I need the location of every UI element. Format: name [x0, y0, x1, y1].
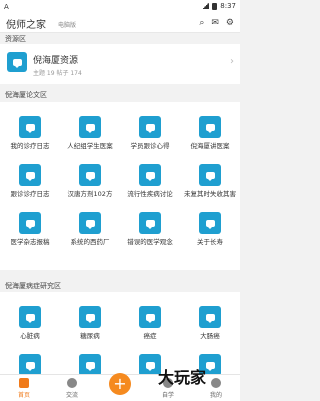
forum-icon	[79, 306, 101, 328]
appbar-actions: ⌕ ✉ ⚙	[199, 17, 234, 29]
signal-icon	[202, 3, 210, 9]
user-icon	[211, 378, 221, 388]
forum-icon	[139, 164, 161, 186]
forum-tile[interactable]: 关于长寿	[180, 212, 240, 247]
forum-tile-label: 学员跟诊心得	[130, 142, 170, 150]
section-lunwen: 倪海厦论文区	[5, 91, 47, 99]
forum-icon	[199, 164, 221, 186]
bingzheng-grid: 心脏病 糖尿病 癌症 大肠癌	[0, 292, 240, 376]
tab-label: 首页	[17, 392, 30, 399]
forum-icon	[139, 306, 161, 328]
home-icon	[19, 378, 29, 388]
forum-icon	[79, 164, 101, 186]
app-bar: 倪师之家 电脑版 ⌕ ✉ ⚙	[0, 14, 240, 33]
forum-tile-label: 医学杂志报稿	[10, 238, 50, 246]
forum-icon	[7, 52, 27, 72]
forum-icon	[79, 212, 101, 234]
forum-icon	[79, 116, 101, 138]
forum-icon	[199, 306, 221, 328]
forum-tile-label: 我的诊疗日志	[10, 142, 50, 150]
section-bingzheng: 倪海厦病症研究区	[5, 282, 61, 290]
forum-icon	[19, 354, 41, 376]
forum-stats: 主题 19 帖子 174	[33, 70, 82, 77]
forum-tile-partial[interactable]	[60, 354, 120, 376]
resource-forum-item[interactable]: 倪海厦资源 主题 19 帖子 174 ›	[0, 44, 240, 84]
forum-name: 倪海厦资源	[33, 56, 79, 66]
forum-tile-label: 关于长寿	[197, 238, 223, 246]
forum-icon	[139, 116, 161, 138]
search-icon[interactable]: ⌕	[199, 17, 204, 29]
forum-tile[interactable]: 癌症	[120, 306, 180, 341]
forum-tile[interactable]: 错误的医学观念	[120, 212, 180, 247]
forum-tile-label: 心脏病	[20, 332, 40, 340]
forum-icon	[199, 212, 221, 234]
forum-tile-label: 汉唐方剂102方	[67, 190, 113, 198]
forum-tile[interactable]: 倪海厦讲医案	[180, 116, 240, 151]
tab-discuss[interactable]: 交流	[48, 378, 96, 399]
forum-tile-label: 癌症	[143, 332, 157, 340]
forum-tile[interactable]: 人纪组学生医案	[60, 116, 120, 151]
forum-tile-label: 跟诊诊疗日志	[10, 190, 50, 198]
forum-tile[interactable]: 汉唐方剂102方	[60, 164, 120, 199]
tab-label: 自学	[161, 392, 174, 399]
forum-tile[interactable]: 医学杂志报稿	[0, 212, 60, 247]
settings-icon[interactable]: ⚙	[226, 17, 234, 29]
forum-tile-label: 流行性疾病讨论	[127, 190, 173, 198]
forum-icon	[19, 164, 41, 186]
forum-tile[interactable]: 学员跟诊心得	[120, 116, 180, 151]
status-bar: A 8:37	[0, 0, 240, 14]
new-post-button[interactable]: +	[109, 373, 131, 395]
forum-icon	[199, 116, 221, 138]
battery-icon	[212, 2, 218, 10]
forum-tile-label: 糖尿病	[80, 332, 100, 340]
forum-tile[interactable]: 心脏病	[0, 306, 60, 341]
desktop-version-link[interactable]: 电脑版	[58, 20, 76, 29]
forum-tile-partial[interactable]	[0, 354, 60, 376]
status-right: 8:37	[202, 2, 236, 10]
forum-tile-label: 倪海厦讲医案	[190, 142, 230, 150]
status-indicator: A	[4, 3, 9, 11]
forum-tile[interactable]: 大肠癌	[180, 306, 240, 341]
forum-tile-label: 错误的医学观念	[127, 238, 173, 246]
clock: 8:37	[220, 2, 236, 10]
app-title: 倪师之家	[6, 20, 46, 31]
forum-tile[interactable]: 未复其时失收其害	[180, 164, 240, 199]
forum-icon	[139, 212, 161, 234]
forum-icon	[79, 354, 101, 376]
forum-tile[interactable]: 糖尿病	[60, 306, 120, 341]
forum-tile[interactable]: 流行性疾病讨论	[120, 164, 180, 199]
forum-tile-label: 系统的西药厂	[70, 238, 110, 246]
forum-icon	[19, 212, 41, 234]
forum-icon	[19, 306, 41, 328]
forum-tile[interactable]: 我的诊疗日志	[0, 116, 60, 151]
forum-tile-label: 未复其时失收其害	[184, 190, 236, 198]
chat-icon[interactable]: ✉	[211, 17, 219, 29]
tab-home[interactable]: 首页	[0, 378, 48, 399]
forum-tile-label: 大肠癌	[200, 332, 220, 340]
forum-tile[interactable]: 系统的西药厂	[60, 212, 120, 247]
section-resources: 资源区	[5, 35, 26, 43]
forum-tile-label: 人纪组学生医案	[67, 142, 113, 150]
tab-label: 我的	[209, 392, 222, 399]
tab-label: 交流	[65, 392, 78, 399]
lunwen-grid: 我的诊疗日志 人纪组学生医案 学员跟诊心得 倪海厦讲医案 跟诊诊疗日志 汉唐方剂…	[0, 102, 240, 270]
chat-icon	[67, 378, 77, 388]
chevron-right-icon: ›	[230, 56, 234, 67]
forum-icon	[19, 116, 41, 138]
forum-tile[interactable]: 跟诊诊疗日志	[0, 164, 60, 199]
watermark: 大玩家	[158, 368, 207, 387]
